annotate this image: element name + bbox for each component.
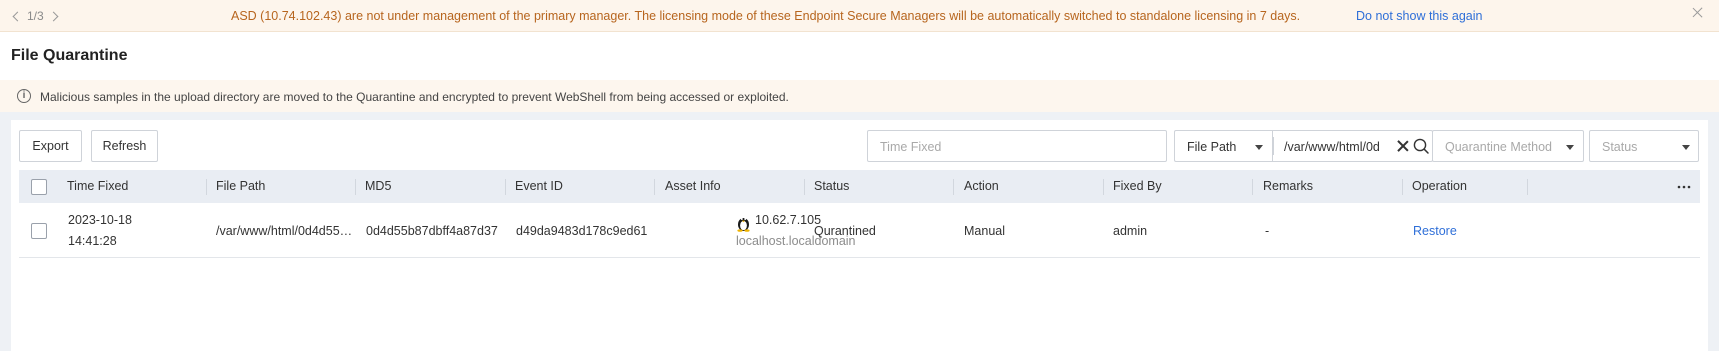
caret-down-icon [1566, 145, 1574, 150]
cell-time: 14:41:28 [68, 234, 117, 248]
quarantine-method-placeholder: Quarantine Method [1445, 140, 1553, 154]
linux-tux-icon [737, 218, 750, 232]
export-button[interactable]: Export [19, 130, 82, 162]
header-fixed-by[interactable]: Fixed By [1113, 170, 1162, 203]
cell-remarks: - [1265, 224, 1270, 238]
cell-file-path: /var/www/html/0d4d55b87dbff4a87d37 [216, 224, 354, 238]
time-fixed-placeholder: Time Fixed [880, 140, 942, 154]
status-select[interactable]: Status [1589, 130, 1699, 162]
chevron-left-icon[interactable] [12, 11, 23, 21]
title-bar: File Quarantine [0, 32, 1719, 80]
caret-down-icon [1255, 145, 1263, 150]
divider [1273, 137, 1274, 155]
column-divider [1252, 179, 1253, 195]
cell-event-id: d49da9483d178c9ed61 [516, 224, 648, 238]
column-divider [654, 179, 655, 195]
header-operation: Operation [1412, 179, 1467, 193]
column-divider [355, 179, 356, 195]
cell-action: Manual [964, 224, 1005, 238]
cell-date: 2023-10-18 [68, 213, 132, 227]
search-icon[interactable] [1412, 137, 1430, 155]
info-text: Malicious samples in the upload director… [40, 90, 789, 104]
dismiss-notice-link[interactable]: Do not show this again [1356, 9, 1482, 23]
notice-pager-count: 1/3 [27, 9, 44, 23]
notice-message: ASD (10.74.102.43) are not under managem… [231, 9, 1301, 23]
restore-link[interactable]: Restore [1413, 224, 1457, 238]
chevron-right-icon[interactable] [48, 11, 59, 21]
file-path-search-value: /var/www/html/0d4 [1284, 140, 1380, 154]
header-md5[interactable]: MD5 [365, 170, 391, 203]
column-divider [1527, 179, 1528, 195]
time-fixed-filter[interactable]: Time Fixed [867, 130, 1167, 162]
column-divider [1402, 179, 1403, 195]
filter-field-select[interactable]: File Path [1174, 130, 1272, 162]
close-icon[interactable] [1691, 6, 1705, 20]
select-all-checkbox[interactable] [31, 179, 47, 195]
notice-pager: 1/3 [12, 9, 59, 23]
cell-status: Qurantined [814, 224, 876, 238]
clear-icon[interactable] [1397, 140, 1409, 152]
table-row: 2023-10-18 14:41:28 /var/www/html/0d4d55… [19, 203, 1700, 258]
column-divider [804, 179, 805, 195]
filter-field-value: File Path [1187, 140, 1237, 154]
info-circle-icon: i [17, 89, 31, 103]
notice-banner: 1/3 ASD (10.74.102.43) are not under man… [0, 0, 1719, 32]
page-title: File Quarantine [11, 47, 128, 64]
header-asset-info[interactable]: Asset Info [665, 170, 721, 203]
header-event-id[interactable]: Event ID [515, 170, 563, 203]
column-divider [1103, 179, 1104, 195]
status-placeholder: Status [1602, 140, 1638, 154]
header-remarks[interactable]: Remarks [1263, 170, 1313, 203]
cell-asset-ip: 10.62.7.105 [755, 213, 822, 227]
header-time-fixed[interactable]: Time Fixed [67, 170, 128, 203]
header-action[interactable]: Action [964, 170, 999, 203]
cell-md5: 0d4d55b87dbff4a87d37 [366, 224, 498, 238]
cell-fixed-by: admin [1113, 224, 1148, 238]
column-divider [953, 179, 954, 195]
more-columns-icon[interactable] [1676, 180, 1692, 194]
row-checkbox[interactable] [31, 223, 47, 239]
quarantine-method-select[interactable]: Quarantine Method [1432, 130, 1584, 162]
column-divider [505, 179, 506, 195]
header-status[interactable]: Status [814, 170, 849, 203]
info-bar: i Malicious samples in the upload direct… [0, 80, 1719, 112]
refresh-button[interactable]: Refresh [91, 130, 158, 162]
table-header: Time Fixed File Path MD5 Event ID Asset … [19, 170, 1700, 203]
caret-down-icon [1682, 145, 1690, 150]
main-panel: Export Refresh Time Fixed File Path /var… [11, 120, 1708, 351]
file-path-search-input[interactable]: /var/www/html/0d4 [1272, 130, 1433, 162]
header-file-path[interactable]: File Path [216, 170, 265, 203]
column-divider [206, 179, 207, 195]
